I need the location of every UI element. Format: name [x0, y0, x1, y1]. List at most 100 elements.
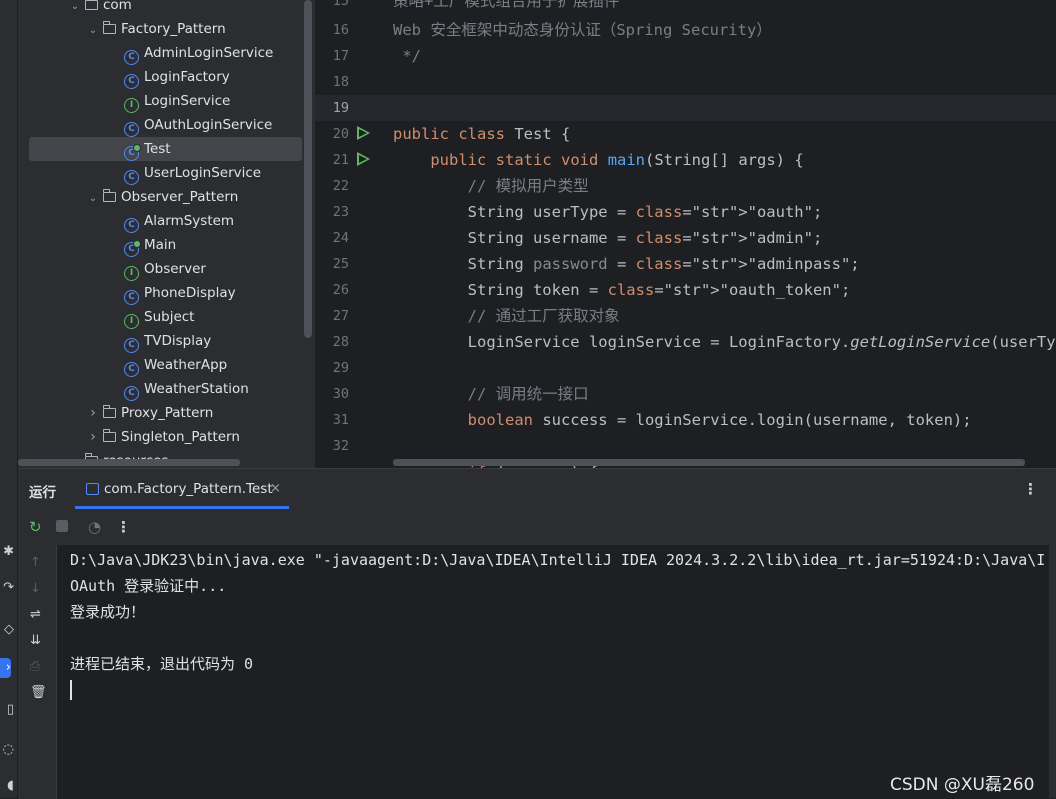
- settings-icon[interactable]: ✱: [0, 542, 14, 562]
- code-line: // 通过工厂获取对象: [393, 307, 620, 325]
- tree-item-alarmsystem[interactable]: C AlarmSystem: [18, 209, 234, 233]
- tree-item-phonedisplay[interactable]: C PhoneDisplay: [18, 281, 236, 305]
- tree-vertical-scrollbar[interactable]: [304, 0, 312, 338]
- tree-item-label: TVDisplay: [144, 333, 212, 349]
- run-header: 运行 com.Factory_Pattern.Test × ⋮: [18, 469, 1056, 509]
- run-tool-icon[interactable]: ›: [0, 658, 11, 678]
- watermark: CSDN @XU磊260: [890, 775, 1035, 795]
- tree-item-weatherstation[interactable]: C WeatherStation: [18, 377, 249, 401]
- tree-item-observer-pattern[interactable]: ⌄ Observer_Pattern: [18, 185, 238, 209]
- line-number: 23: [332, 204, 349, 220]
- chevron-right-icon[interactable]: ›: [86, 425, 100, 449]
- class-icon: C: [124, 144, 141, 161]
- tree-item-adminloginservice[interactable]: C AdminLoginService: [18, 41, 273, 65]
- tree-item-label: Observer_Pattern: [121, 189, 239, 205]
- more-options-icon[interactable]: ⋮: [1023, 480, 1038, 498]
- tab-label: com.Factory_Pattern.Test: [104, 481, 273, 497]
- run-main-gutter-icon[interactable]: [357, 152, 370, 166]
- chevron-down-icon[interactable]: ⌄: [86, 187, 100, 211]
- code-editor[interactable]: 15 16 17 18 19 20 21 22 23 24 25 26 27 2…: [315, 0, 1056, 468]
- tree-item-main[interactable]: C Main: [18, 233, 176, 257]
- tab-run-config[interactable]: com.Factory_Pattern.Test ×: [75, 469, 289, 509]
- tree-item-test[interactable]: C Test: [29, 137, 302, 161]
- git-icon[interactable]: ◖: [0, 776, 14, 796]
- line-number: 24: [332, 230, 349, 246]
- tree-item-label: Observer: [144, 261, 206, 277]
- tree-item-label: WeatherStation: [144, 381, 249, 397]
- profiler-icon[interactable]: ◔: [88, 518, 101, 536]
- console-output-line: 登录成功！: [70, 603, 146, 621]
- run-toolbar: ↻ ◔ ⋮: [18, 509, 1056, 545]
- code-line: String password = class="str">"adminpass…: [393, 255, 860, 273]
- console-output-line: 进程已结束，退出代码为 0: [70, 655, 254, 673]
- problems-icon[interactable]: ◌: [0, 740, 14, 760]
- tree-item-label: Subject: [144, 309, 195, 325]
- rerun-icon[interactable]: ↻: [29, 518, 42, 536]
- console-side-toolbar: ↑ ↓ ⇌ ⇊ ⎙ 🗑: [18, 545, 57, 799]
- scroll-to-end-icon[interactable]: ⇊: [30, 633, 41, 648]
- tree-item-singleton-pattern[interactable]: › Singleton_Pattern: [18, 425, 240, 449]
- line-number: 29: [332, 360, 349, 376]
- run-title: 运行: [29, 485, 56, 501]
- tree-item-label: Main: [144, 237, 177, 253]
- code-line: 策略+工厂模式组合用于扩展插件: [393, 0, 620, 10]
- tree-item-label: Test: [144, 141, 171, 157]
- print-icon[interactable]: ⎙: [30, 659, 40, 674]
- soft-wrap-icon[interactable]: ⇌: [30, 607, 41, 622]
- stop-icon[interactable]: [56, 520, 68, 532]
- line-number: 21: [332, 152, 349, 168]
- editor-horizontal-scrollbar[interactable]: [393, 459, 1025, 466]
- class-icon: C: [124, 218, 139, 233]
- line-number: 15: [332, 0, 349, 9]
- class-icon: C: [124, 338, 139, 353]
- tree-item-observer[interactable]: I Observer: [18, 257, 206, 281]
- console-output-line: D:\Java\JDK23\bin\java.exe "-javaagent:D…: [70, 551, 1046, 569]
- tree-item-tvdisplay[interactable]: C TVDisplay: [18, 329, 211, 353]
- tree-item-label: Proxy_Pattern: [121, 405, 214, 421]
- run-tool-window: 运行 com.Factory_Pattern.Test × ⋮ ↻ ◔ ⋮ ↑ …: [18, 468, 1056, 799]
- tree-item-subject[interactable]: I Subject: [18, 305, 194, 329]
- tree-item-com[interactable]: ⌄ com: [18, 0, 132, 17]
- more-actions-icon[interactable]: ⋮: [116, 518, 131, 536]
- line-number: 19: [332, 100, 349, 116]
- code-line: public class Test {: [393, 125, 571, 143]
- folder-icon: [102, 189, 116, 202]
- class-icon: C: [124, 170, 139, 185]
- current-line-highlight: [315, 95, 1056, 121]
- interface-icon: I: [124, 266, 139, 281]
- tree-item-label: Factory_Pattern: [121, 21, 226, 37]
- class-icon: C: [124, 50, 139, 65]
- scroll-up-icon[interactable]: ↑: [30, 555, 41, 570]
- text-caret[interactable]: [70, 680, 72, 700]
- chevron-right-icon[interactable]: ›: [86, 401, 100, 425]
- tree-item-proxy-pattern[interactable]: › Proxy_Pattern: [18, 401, 213, 425]
- tree-item-loginfactory[interactable]: C LoginFactory: [18, 65, 230, 89]
- code-line: String userType = class="str">"oauth";: [393, 203, 823, 221]
- tree-item-weatherapp[interactable]: C WeatherApp: [18, 353, 227, 377]
- chevron-down-icon[interactable]: ⌄: [86, 19, 100, 43]
- close-icon[interactable]: ×: [270, 481, 281, 496]
- run-class-gutter-icon[interactable]: [357, 126, 370, 140]
- line-number: 16: [332, 22, 349, 38]
- tree-item-label: Singleton_Pattern: [121, 429, 240, 445]
- terminal-icon[interactable]: ▯: [0, 700, 14, 720]
- line-number: 27: [332, 308, 349, 324]
- line-number: 30: [332, 386, 349, 402]
- tree-item-userloginservice[interactable]: C UserLoginService: [18, 161, 261, 185]
- tree-item-loginservice[interactable]: I LoginService: [18, 89, 230, 113]
- code-line: // 调用统一接口: [393, 385, 589, 403]
- trash-icon[interactable]: 🗑: [30, 685, 47, 700]
- tree-horizontal-scrollbar[interactable]: [18, 459, 240, 466]
- scroll-down-icon[interactable]: ↓: [30, 581, 41, 596]
- tree-item-label: com: [103, 0, 132, 13]
- vcs-icon[interactable]: ◇: [0, 620, 14, 640]
- interface-icon: I: [124, 314, 139, 329]
- class-icon: C: [124, 386, 139, 401]
- tree-item-label: LoginService: [144, 93, 231, 109]
- line-number: 28: [332, 334, 349, 350]
- line-number: 18: [332, 74, 349, 90]
- build-icon[interactable]: ↷: [0, 578, 14, 598]
- tree-item-factory-pattern[interactable]: ⌄ Factory_Pattern: [18, 17, 226, 41]
- tree-item-oauthloginservice[interactable]: C OAuthLoginService: [18, 113, 272, 137]
- folder-icon: [102, 21, 116, 34]
